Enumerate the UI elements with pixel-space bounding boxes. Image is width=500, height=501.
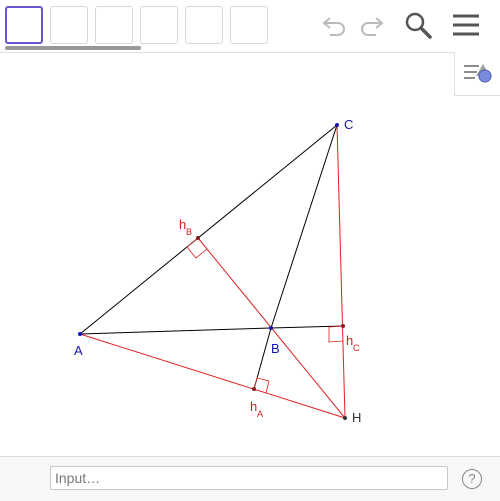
label-ha-sub: A (257, 409, 263, 419)
point-b[interactable] (269, 326, 273, 330)
graphics-view[interactable]: A B C H h B h C h A (0, 53, 500, 453)
label-b: B (271, 341, 280, 356)
point-h[interactable] (343, 416, 347, 420)
point-a[interactable] (78, 332, 82, 336)
geometry-drawing: A B C H h B h C h A (74, 117, 361, 425)
altitude-from-a[interactable] (79, 333, 346, 419)
foot-point-hc[interactable] (341, 324, 345, 328)
right-angle-marker-hb (186, 237, 208, 259)
foot-point-hb[interactable] (196, 236, 200, 240)
label-hb-sub: B (186, 227, 192, 237)
label-a: A (74, 343, 83, 358)
segment-ac[interactable] (79, 124, 338, 335)
point-c[interactable] (335, 123, 339, 127)
help-icon[interactable]: ? (462, 469, 482, 489)
foot-point-ha[interactable] (252, 387, 256, 391)
input-bar: ? (0, 456, 500, 501)
label-hc-sub: C (353, 343, 360, 353)
label-h: H (352, 410, 361, 425)
altitude-from-c[interactable] (336, 124, 346, 419)
right-angle-marker-ha (253, 377, 270, 394)
label-c: C (344, 117, 353, 132)
algebra-input[interactable] (50, 466, 448, 490)
segment-ab[interactable] (79, 327, 272, 335)
right-angle-marker-hc (328, 325, 344, 343)
segment-bc[interactable] (270, 124, 338, 329)
